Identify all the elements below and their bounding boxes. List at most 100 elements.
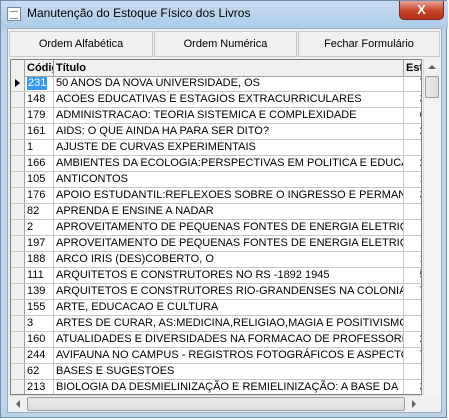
cell-titulo[interactable]: ARQUITETOS E CONSTRUTORES NO RS -1892 19… <box>54 268 404 283</box>
row-selector[interactable] <box>11 204 25 219</box>
vertical-scrollbar[interactable] <box>423 59 440 411</box>
close-form-button[interactable]: Fechar Formulário <box>298 31 440 57</box>
books-grid[interactable]: Código Título Estoque 23150 ANOS DA NOVA… <box>10 59 422 395</box>
cell-titulo[interactable]: ATUALIDADES E DIVERSIDADES NA FORMACAO D… <box>54 332 404 347</box>
cell-titulo[interactable]: ARCO IRIS (DES)COBERTO, O <box>54 252 404 267</box>
cell-codigo[interactable]: 105 <box>25 172 54 187</box>
cell-codigo[interactable]: 62 <box>25 364 54 379</box>
horizontal-scroll-thumb[interactable] <box>27 397 405 411</box>
cell-estoque[interactable]: 221 <box>404 156 421 171</box>
cell-estoque[interactable]: 1 <box>404 204 421 219</box>
cell-estoque[interactable]: 1 <box>404 300 421 315</box>
cell-codigo[interactable]: 179 <box>25 108 54 123</box>
table-row[interactable]: 176 APOIO ESTUDANTIL:REFLEXOES SOBRE O IN… <box>11 188 421 204</box>
cell-estoque[interactable]: 591 <box>404 268 421 283</box>
header-codigo[interactable]: Código <box>25 60 54 76</box>
row-selector[interactable] <box>11 236 25 251</box>
cell-codigo[interactable]: 1 <box>25 140 54 155</box>
table-row[interactable]: 111 ARQUITETOS E CONSTRUTORES NO RS -1892… <box>11 268 421 284</box>
row-selector[interactable] <box>11 124 25 139</box>
cell-estoque[interactable]: 320 <box>404 188 421 203</box>
cell-titulo[interactable]: ADMINISTRACAO: TEORIA SISTEMICA E COMPLE… <box>54 108 404 123</box>
table-row[interactable]: 213 BIOLOGIA DA DESMIELINIZAÇÃO E REMIELI… <box>11 380 421 394</box>
cell-titulo[interactable]: APOIO ESTUDANTIL:REFLEXOES SOBRE O INGRE… <box>54 188 404 203</box>
cell-titulo[interactable]: BIOLOGIA DA DESMIELINIZAÇÃO E REMIELINIZ… <box>54 380 404 394</box>
cell-estoque[interactable]: 65 <box>404 236 421 251</box>
close-window-button[interactable]: X <box>399 1 444 20</box>
cell-estoque[interactable]: 23 <box>404 140 421 155</box>
cell-titulo[interactable]: ACOES EDUCATIVAS E ESTAGIOS EXTRACURRICU… <box>54 92 404 107</box>
table-row[interactable]: 62 BASES E SUGESTOES2 <box>11 364 421 380</box>
row-selector[interactable] <box>11 188 25 203</box>
row-selector[interactable] <box>11 172 25 187</box>
row-selector[interactable] <box>11 156 25 171</box>
scroll-up-button[interactable] <box>424 59 440 76</box>
row-selector[interactable] <box>11 364 25 379</box>
cell-codigo[interactable]: 176 <box>25 188 54 203</box>
cell-titulo[interactable]: BASES E SUGESTOES <box>54 364 404 379</box>
cell-codigo[interactable]: 188 <box>25 252 54 267</box>
vertical-scroll-thumb[interactable] <box>425 76 439 98</box>
cell-estoque[interactable]: 122 <box>404 172 421 187</box>
table-row[interactable]: 179 ADMINISTRACAO: TEORIA SISTEMICA E COM… <box>11 108 421 124</box>
cell-estoque[interactable]: 1 <box>404 316 421 331</box>
row-selector[interactable] <box>11 332 25 347</box>
row-selector[interactable] <box>11 268 25 283</box>
cell-codigo[interactable]: 148 <box>25 92 54 107</box>
row-selector[interactable] <box>11 108 25 123</box>
table-row[interactable]: 244 AVIFAUNA NO CAMPUS - REGISTROS FOTOGR… <box>11 348 421 364</box>
table-row[interactable]: 82 APRENDA E ENSINE A NADAR1 <box>11 204 421 220</box>
cell-estoque[interactable]: 2 <box>404 364 421 379</box>
row-selector[interactable] <box>11 316 25 331</box>
cell-titulo[interactable]: 50 ANOS DA NOVA UNIVERSIDADE, OS <box>54 76 404 91</box>
table-row[interactable]: 3 ARTES DE CURAR, AS:MEDICINA,RELIGIAO,MA… <box>11 316 421 332</box>
cell-titulo[interactable]: ANTICONTOS <box>54 172 404 187</box>
numeric-order-button[interactable]: Ordem Numérica <box>154 31 297 57</box>
table-row[interactable]: 161 AIDS: O QUE AINDA HA PARA SER DITO?28… <box>11 124 421 140</box>
row-selector[interactable] <box>11 300 25 315</box>
cell-estoque[interactable]: 628 <box>404 108 421 123</box>
row-selector[interactable] <box>11 380 25 394</box>
cell-estoque[interactable]: 717 <box>404 284 421 299</box>
cell-titulo[interactable]: APRENDA E ENSINE A NADAR <box>54 204 404 219</box>
row-selector[interactable] <box>11 284 25 299</box>
header-estoque[interactable]: Estoque <box>404 60 421 76</box>
row-selector[interactable] <box>11 140 25 155</box>
cell-estoque[interactable]: 329 <box>404 380 421 394</box>
cell-estoque[interactable]: 164 <box>404 252 421 267</box>
cell-codigo[interactable]: 139 <box>25 284 54 299</box>
cell-titulo[interactable]: ARTE, EDUCACAO E CULTURA <box>54 300 404 315</box>
row-selector[interactable] <box>11 252 25 267</box>
cell-estoque[interactable]: 250 <box>404 332 421 347</box>
scroll-right-button[interactable] <box>406 396 422 411</box>
cell-codigo[interactable]: 3 <box>25 316 54 331</box>
table-row[interactable]: 105 ANTICONTOS122 <box>11 172 421 188</box>
cell-codigo[interactable]: 197 <box>25 236 54 251</box>
cell-estoque[interactable]: 740 <box>404 348 421 363</box>
table-row[interactable]: 231 50 ANOS DA NOVA UNIVERSIDADE, OS750 <box>11 76 421 92</box>
cell-titulo[interactable]: APROVEITAMENTO DE PEQUENAS FONTES DE ENE… <box>54 236 404 251</box>
cell-titulo[interactable]: ARTES DE CURAR, AS:MEDICINA,RELIGIAO,MAG… <box>54 316 404 331</box>
table-row[interactable]: 155 ARTE, EDUCACAO E CULTURA1 <box>11 300 421 316</box>
cell-codigo[interactable]: 166 <box>25 156 54 171</box>
cell-codigo[interactable]: 2 <box>25 220 54 235</box>
cell-titulo[interactable]: AJUSTE DE CURVAS EXPERIMENTAIS <box>54 140 404 155</box>
table-row[interactable]: 188 ARCO IRIS (DES)COBERTO, O164 <box>11 252 421 268</box>
cell-codigo[interactable]: 111 <box>25 268 54 283</box>
row-selector[interactable] <box>11 76 25 91</box>
table-row[interactable]: 197 APROVEITAMENTO DE PEQUENAS FONTES DE … <box>11 236 421 252</box>
row-selector[interactable] <box>11 92 25 107</box>
cell-titulo[interactable]: AVIFAUNA NO CAMPUS - REGISTROS FOTOGRÁFI… <box>54 348 404 363</box>
cell-estoque[interactable]: 333 <box>404 92 421 107</box>
cell-codigo[interactable]: 82 <box>25 204 54 219</box>
cell-estoque[interactable]: 750 <box>404 76 421 91</box>
cell-estoque[interactable]: 0 <box>404 220 421 235</box>
cell-titulo[interactable]: APROVEITAMENTO DE PEQUENAS FONTES DE ENE… <box>54 220 404 235</box>
header-titulo[interactable]: Título <box>54 60 404 76</box>
cell-codigo[interactable]: 155 <box>25 300 54 315</box>
cell-codigo[interactable]: 213 <box>25 380 54 394</box>
table-row[interactable]: 2 APROVEITAMENTO DE PEQUENAS FONTES DE EN… <box>11 220 421 236</box>
table-row[interactable]: 166 AMBIENTES DA ECOLOGIA:PERSPECTIVAS EM… <box>11 156 421 172</box>
cell-titulo[interactable]: AMBIENTES DA ECOLOGIA:PERSPECTIVAS EM PO… <box>54 156 404 171</box>
cell-titulo[interactable]: AIDS: O QUE AINDA HA PARA SER DITO? <box>54 124 404 139</box>
